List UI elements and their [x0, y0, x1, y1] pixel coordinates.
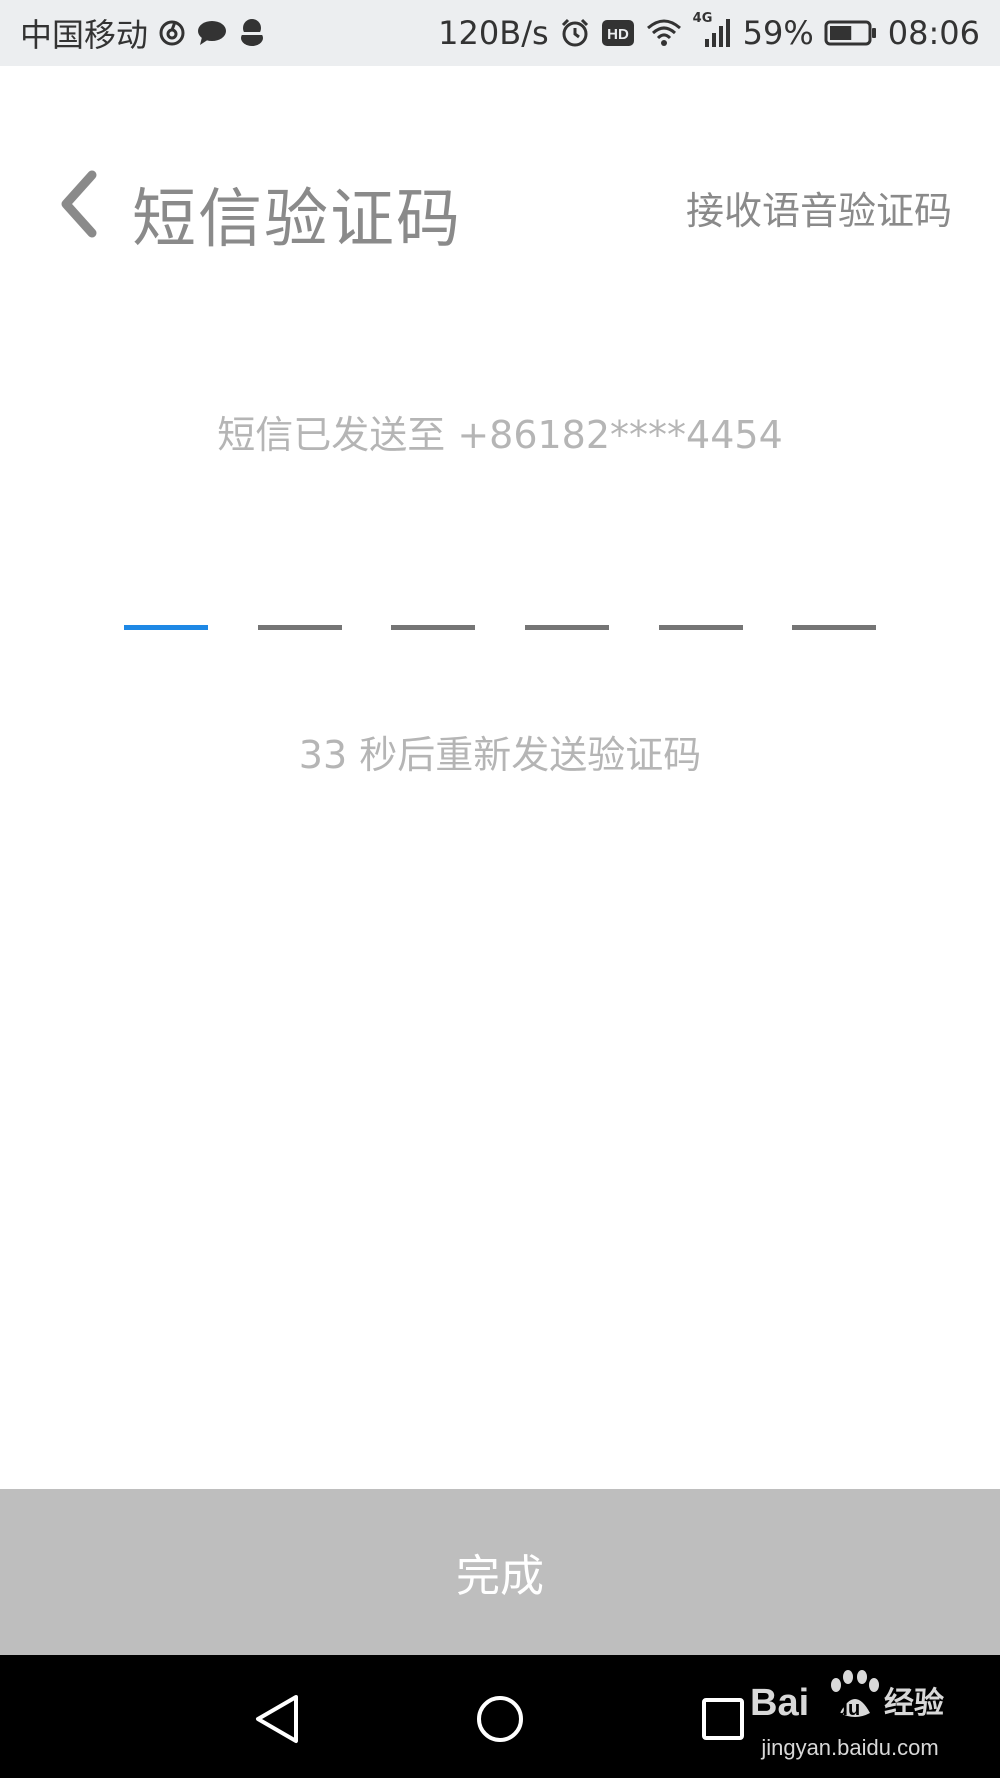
qq-penguin-icon	[238, 18, 266, 48]
clock: 08:06	[887, 14, 980, 52]
svg-text:du: du	[836, 1698, 860, 1720]
netease-music-icon	[158, 19, 186, 47]
navigation-bar: Bai du 经验 jingyan.baidu.com	[0, 1655, 1000, 1778]
carrier-name: 中国移动	[20, 16, 149, 54]
code-digit-slot[interactable]	[257, 560, 342, 630]
slot-underline	[658, 625, 743, 630]
voice-code-link[interactable]: 接收语音验证码	[686, 180, 952, 235]
chat-bubble-icon	[196, 19, 228, 47]
svg-text:Bai: Bai	[750, 1682, 809, 1724]
code-digit-slot[interactable]	[124, 560, 208, 630]
wifi-icon	[645, 18, 683, 48]
baidu-jingyan-watermark: Bai du 经验 jingyan.baidu.com	[750, 1663, 950, 1773]
slot-underline	[391, 625, 476, 630]
code-digit-slot[interactable]	[391, 560, 476, 630]
code-digit-slot[interactable]	[658, 560, 743, 630]
circle-home-icon	[477, 1696, 523, 1742]
header: 短信验证码 接收语音验证码	[0, 150, 1000, 260]
network-speed: 120B/s	[438, 14, 549, 52]
network-type-label: 4G	[692, 11, 713, 26]
status-right: 120B/s HD 4G 59% 08:06	[438, 11, 980, 52]
svg-text:经验: 经验	[884, 1686, 944, 1721]
square-recent-icon	[702, 1698, 744, 1740]
nav-back-button[interactable]	[248, 1689, 308, 1749]
hd-badge-text: HD	[607, 26, 629, 43]
slot-underline	[257, 625, 342, 630]
chevron-left-icon	[61, 170, 97, 238]
active-slot-underline	[124, 625, 208, 630]
status-left: 中国移动	[20, 10, 266, 56]
page-title: 短信验证码	[132, 183, 462, 257]
nav-recent-button[interactable]	[692, 1689, 752, 1749]
code-input-row[interactable]	[124, 560, 877, 630]
nav-home-button[interactable]	[470, 1689, 530, 1749]
slot-underline	[792, 625, 877, 630]
alarm-icon	[559, 17, 591, 49]
watermark-url: jingyan.baidu.com	[761, 1735, 939, 1760]
battery-percent: 59%	[742, 14, 814, 52]
status-bar: 中国移动 120B/s HD 4G 59% 08:06	[0, 0, 1000, 66]
done-button[interactable]: 完成	[0, 1489, 1000, 1655]
triangle-back-icon	[256, 1695, 298, 1743]
baidu-jingyan-logo: Bai du 经验	[750, 1670, 944, 1724]
code-digit-slot[interactable]	[525, 560, 610, 630]
slot-underline	[525, 625, 610, 630]
resend-countdown: 33 秒后重新发送验证码	[298, 733, 702, 777]
back-button[interactable]	[48, 164, 108, 244]
hd-icon: HD	[601, 19, 635, 47]
code-digit-slot[interactable]	[792, 560, 877, 630]
battery-icon	[824, 19, 878, 47]
sms-sent-info: 短信已发送至 +86182****4454	[217, 413, 783, 457]
signal-icon: 4G	[693, 11, 733, 49]
